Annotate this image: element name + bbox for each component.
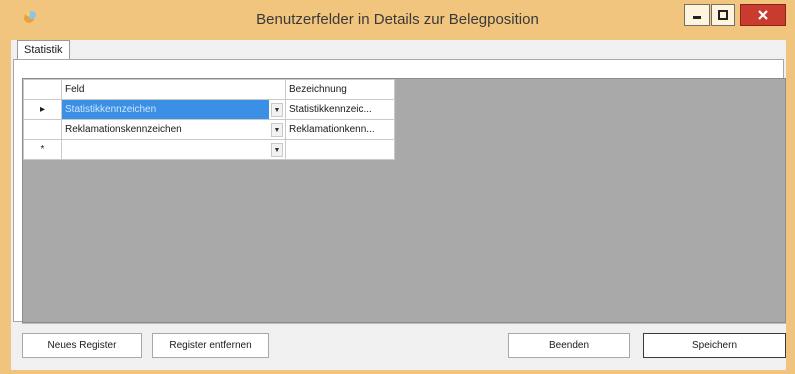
chevron-down-icon[interactable]: ▼ xyxy=(271,143,283,157)
chevron-down-icon[interactable]: ▼ xyxy=(271,123,283,137)
table-row[interactable]: Reklamationskennzeichen ▼ Reklamationken… xyxy=(23,119,395,140)
feld-cell-value: Reklamationskennzeichen xyxy=(65,124,182,135)
window-title: Benutzerfelder in Details zur Belegposit… xyxy=(256,11,539,28)
bezeichnung-cell[interactable]: Reklamationkenn... xyxy=(285,119,395,140)
close-icon xyxy=(758,10,768,20)
feld-combobox[interactable]: ▼ xyxy=(61,139,286,160)
row-header[interactable] xyxy=(23,119,62,140)
maximize-icon xyxy=(718,10,728,20)
new-row-indicator-icon[interactable]: * xyxy=(23,139,62,160)
chevron-down-icon[interactable]: ▼ xyxy=(271,103,283,117)
maximize-button[interactable] xyxy=(711,4,735,26)
close-button[interactable] xyxy=(740,4,786,26)
minimize-icon xyxy=(693,16,701,19)
remove-tab-button[interactable]: Register entfernen xyxy=(152,333,269,358)
grid-table: Feld Bezeichnung ▸ Statistikkennzeichen … xyxy=(23,79,395,160)
save-button[interactable]: Speichern xyxy=(643,333,786,358)
table-row-new[interactable]: * ▼ xyxy=(23,139,395,160)
column-header-feld[interactable]: Feld xyxy=(61,79,286,100)
divider xyxy=(22,323,786,324)
feld-combobox[interactable]: Statistikkennzeichen ▼ xyxy=(61,99,286,120)
title-bar[interactable]: Benutzerfelder in Details zur Belegposit… xyxy=(0,0,795,40)
row-header-corner xyxy=(23,79,62,100)
table-row[interactable]: ▸ Statistikkennzeichen ▼ Statistikkennze… xyxy=(23,99,395,120)
current-row-indicator-icon[interactable]: ▸ xyxy=(23,99,62,120)
tab-statistik[interactable]: Statistik xyxy=(17,40,70,59)
dialog-client: Statistik Feld Bezeichnung ▸ Statistikke… xyxy=(11,40,786,370)
minimize-button[interactable] xyxy=(684,4,710,26)
grid-header-row: Feld Bezeichnung xyxy=(23,79,395,100)
feld-combobox[interactable]: Reklamationskennzeichen ▼ xyxy=(61,119,286,140)
quit-button[interactable]: Beenden xyxy=(508,333,630,358)
fields-grid[interactable]: Feld Bezeichnung ▸ Statistikkennzeichen … xyxy=(22,78,786,323)
column-header-bezeichnung[interactable]: Bezeichnung xyxy=(285,79,395,100)
bezeichnung-cell[interactable] xyxy=(285,139,395,160)
bezeichnung-cell[interactable]: Statistikkennzeic... xyxy=(285,99,395,120)
dialog-window: Benutzerfelder in Details zur Belegposit… xyxy=(0,0,795,374)
feld-cell-value: Statistikkennzeichen xyxy=(62,100,269,119)
new-tab-button[interactable]: Neues Register xyxy=(22,333,142,358)
